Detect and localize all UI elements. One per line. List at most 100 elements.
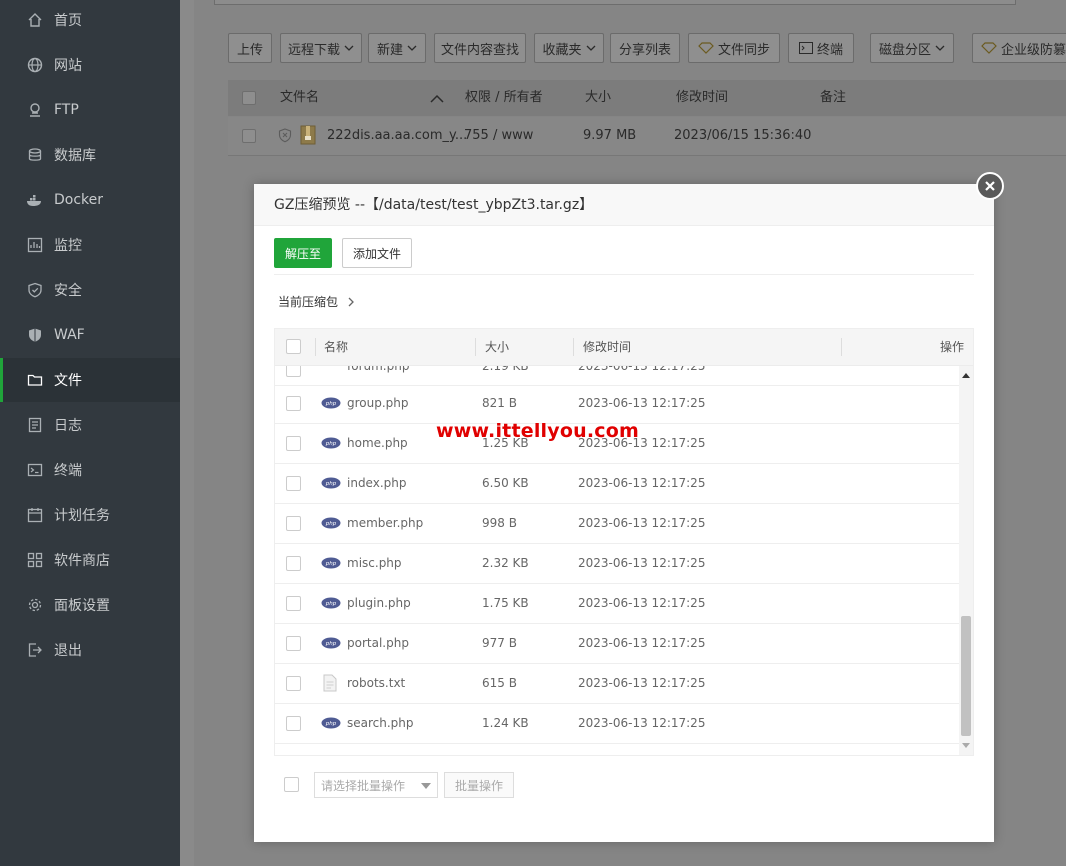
- row-checkbox[interactable]: [286, 596, 301, 611]
- file-mtime: 2023-06-13 12:17:25: [578, 516, 706, 530]
- file-name[interactable]: member.php: [347, 504, 423, 543]
- sidebar-item-security[interactable]: 安全: [0, 268, 180, 312]
- row-checkbox[interactable]: [286, 396, 301, 411]
- php-file-icon: php: [321, 557, 341, 569]
- enterprise-tamper-button[interactable]: 企业级防篡改: [972, 33, 1066, 63]
- disk-partition-button[interactable]: 磁盘分区: [870, 33, 954, 63]
- row-checkbox[interactable]: [286, 716, 301, 731]
- sidebar-item-settings[interactable]: 面板设置: [0, 583, 180, 627]
- row-checkbox[interactable]: [242, 129, 256, 143]
- row-checkbox[interactable]: [286, 516, 301, 531]
- table-row[interactable]: php group.php 821 B 2023-06-13 12:17:25: [275, 384, 959, 424]
- table-row[interactable]: php misc.php 2.32 KB 2023-06-13 12:17:25: [275, 544, 959, 584]
- row-checkbox[interactable]: [286, 676, 301, 691]
- svg-text:php: php: [325, 441, 337, 447]
- column-mtime: 修改时间: [583, 340, 632, 354]
- file-mtime: 2023-06-13 12:17:25: [578, 716, 706, 730]
- content-search-button[interactable]: 文件内容查找: [434, 33, 526, 63]
- sidebar-item-terminal[interactable]: 终端: [0, 448, 180, 492]
- table-row[interactable]: php member.php 998 B 2023-06-13 12:17:25: [275, 504, 959, 544]
- sidebar-item-waf[interactable]: WAF: [0, 313, 180, 357]
- file-name[interactable]: home.php: [347, 424, 408, 463]
- column-mtime[interactable]: 修改时间: [676, 80, 728, 116]
- php-file-icon: php: [321, 717, 341, 729]
- apps-icon: [26, 551, 44, 569]
- table-row[interactable]: php plugin.php 1.75 KB 2023-06-13 12:17:…: [275, 584, 959, 624]
- divider: [274, 274, 974, 275]
- sidebar-item-label: 监控: [54, 238, 82, 254]
- sidebar-item-label: 网站: [54, 58, 82, 74]
- path-input[interactable]: [214, 0, 1016, 5]
- file-name[interactable]: search.php: [347, 704, 414, 743]
- column-permission[interactable]: 权限 / 所有者: [465, 80, 543, 116]
- diamond-icon: [981, 42, 997, 54]
- chevron-up-icon[interactable]: [430, 94, 444, 103]
- file-name[interactable]: robots.txt: [347, 664, 405, 703]
- sidebar-item-logout[interactable]: 退出: [0, 628, 180, 672]
- row-checkbox[interactable]: [286, 476, 301, 491]
- table-row[interactable]: php index.php 6.50 KB 2023-06-13 12:17:2…: [275, 464, 959, 504]
- sidebar-item-home[interactable]: 首页: [0, 0, 180, 42]
- row-checkbox[interactable]: [286, 436, 301, 451]
- extract-to-button[interactable]: 解压至: [274, 238, 332, 268]
- file-mtime: 2023-06-13 12:17:25: [578, 556, 706, 570]
- row-checkbox[interactable]: [286, 636, 301, 651]
- sidebar-item-ftp[interactable]: FTP: [0, 88, 180, 132]
- share-list-button[interactable]: 分享列表: [610, 33, 680, 63]
- enterprise-tamper-label: 企业级防篡改: [1001, 42, 1066, 58]
- file-mtime: 2023-06-13 12:17:25: [578, 366, 706, 373]
- file-size: 1.75 KB: [482, 596, 529, 610]
- table-row[interactable]: php search.php 1.24 KB 2023-06-13 12:17:…: [275, 704, 959, 744]
- table-row[interactable]: 222dis.aa.aa.com_y... 755 / www 9.97 MB …: [228, 117, 1066, 156]
- sidebar-item-monitor[interactable]: 监控: [0, 223, 180, 267]
- protect-shield-icon: [278, 128, 292, 143]
- svg-text:php: php: [325, 481, 337, 487]
- scroll-up-arrow-icon[interactable]: [962, 372, 970, 378]
- breadcrumb-root[interactable]: 当前压缩包: [278, 293, 338, 310]
- gear-icon: [26, 596, 44, 614]
- column-filename[interactable]: 文件名: [280, 80, 319, 116]
- row-checkbox[interactable]: [286, 556, 301, 571]
- sidebar-item-logs[interactable]: 日志: [0, 403, 180, 447]
- sidebar-item-websites[interactable]: 网站: [0, 43, 180, 87]
- add-file-button[interactable]: 添加文件: [342, 238, 412, 268]
- remote-download-label: 远程下载: [287, 42, 340, 58]
- select-all-checkbox[interactable]: [286, 339, 301, 354]
- file-name[interactable]: misc.php: [347, 544, 402, 583]
- new-button[interactable]: 新建: [368, 33, 426, 63]
- column-name: 名称: [324, 340, 349, 354]
- terminal-button[interactable]: 终端: [788, 33, 854, 63]
- sidebar-item-store[interactable]: 软件商店: [0, 538, 180, 582]
- file-name[interactable]: group.php: [347, 384, 409, 423]
- batch-operation-button[interactable]: 批量操作: [444, 772, 514, 798]
- file-mtime: 2023-06-13 12:17:25: [578, 676, 706, 690]
- sidebar-item-docker[interactable]: Docker: [0, 178, 180, 222]
- file-name[interactable]: portal.php: [347, 624, 409, 663]
- file-name[interactable]: 222dis.aa.aa.com_y...: [327, 117, 467, 155]
- sidebar-item-cron[interactable]: 计划任务: [0, 493, 180, 537]
- scroll-down-arrow-icon[interactable]: [962, 743, 970, 749]
- row-checkbox[interactable]: [286, 366, 301, 377]
- scrollbar-thumb[interactable]: [961, 616, 971, 736]
- file-name[interactable]: index.php: [347, 464, 406, 503]
- file-name[interactable]: plugin.php: [347, 584, 411, 623]
- table-row[interactable]: php forum.php 2.19 KB 2023-06-13 12:17:2…: [275, 366, 959, 386]
- sidebar-item-files[interactable]: 文件: [0, 358, 180, 402]
- batch-select-all-checkbox[interactable]: [284, 777, 299, 792]
- table-row[interactable]: robots.txt 615 B 2023-06-13 12:17:25: [275, 664, 959, 704]
- file-permission[interactable]: 755 / www: [464, 117, 533, 155]
- file-sync-button[interactable]: 文件同步: [688, 33, 780, 63]
- terminal-label: 终端: [816, 42, 843, 58]
- column-size[interactable]: 大小: [585, 80, 611, 116]
- batch-operation-select[interactable]: 请选择批量操作: [314, 772, 438, 798]
- remote-download-button[interactable]: 远程下载: [280, 33, 362, 63]
- sidebar-item-database[interactable]: 数据库: [0, 133, 180, 177]
- close-dialog-button[interactable]: [976, 172, 1004, 200]
- favorites-button[interactable]: 收藏夹: [534, 33, 604, 63]
- waf-shield-icon: [26, 326, 44, 344]
- file-name[interactable]: forum.php: [347, 366, 409, 386]
- upload-button[interactable]: 上传: [228, 33, 272, 63]
- table-row[interactable]: php portal.php 977 B 2023-06-13 12:17:25: [275, 624, 959, 664]
- select-all-checkbox[interactable]: [242, 91, 256, 105]
- scrollbar[interactable]: [959, 366, 973, 755]
